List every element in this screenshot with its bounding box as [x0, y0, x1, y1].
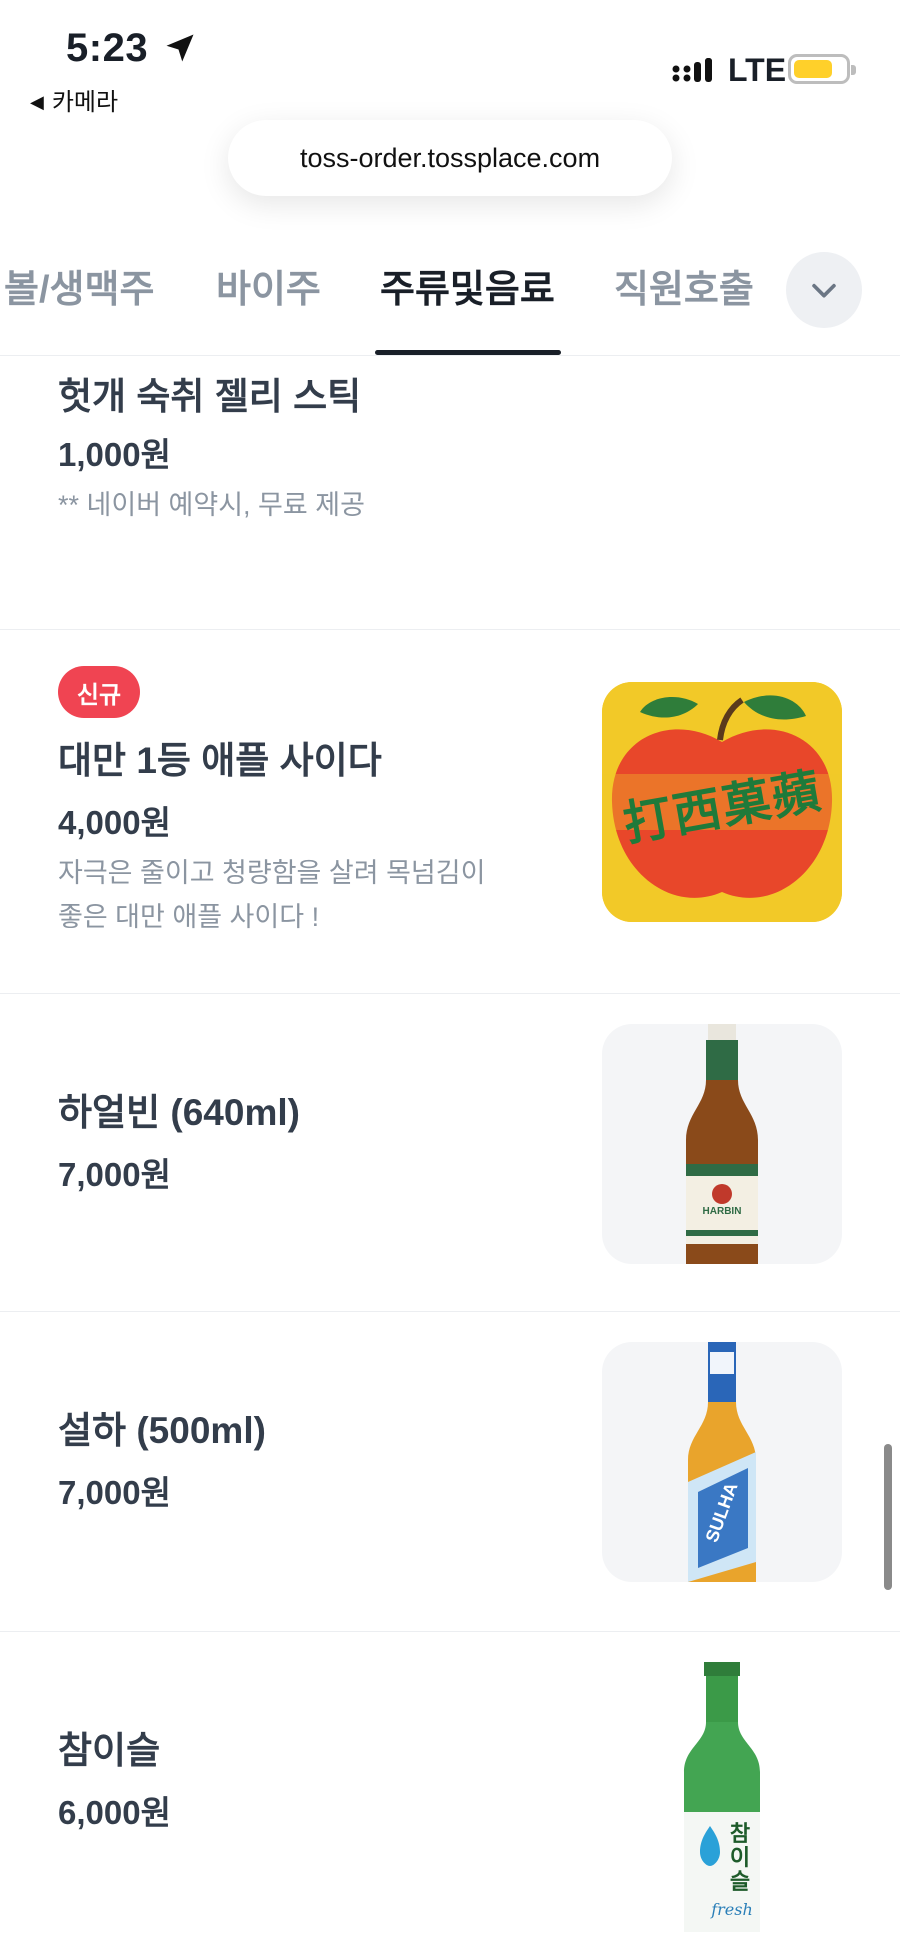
menu-item[interactable]: 하얼빈 (640ml) 7,000원 HARBIN: [0, 994, 900, 1312]
harbin-bottle-label: HARBIN: [702, 1206, 742, 1217]
soju-bottle-label: 참이슬: [729, 1821, 751, 1894]
battery-level: [794, 60, 832, 78]
tab-call-staff[interactable]: 직원호출: [614, 258, 754, 313]
menu-item-name: 헛개 숙취 젤리 스틱: [58, 376, 362, 417]
menu-item-description: 자극은 줄이고 청량함을 살려 목넘김이: [58, 858, 486, 888]
new-badge: 신규: [58, 666, 140, 718]
url-text: toss-order.tossplace.com: [299, 142, 601, 173]
chevron-down-icon: [812, 283, 836, 298]
menu-item-price: 6,000원: [58, 1794, 171, 1831]
harbin-beer-image: HARBIN: [602, 1024, 842, 1264]
menu-item-price: 1,000원: [58, 436, 171, 473]
menu-item-description: ** 네이버 예약시, 무료 제공: [58, 490, 365, 520]
active-tab-indicator: [375, 350, 561, 355]
soju-bottle-sublabel: fresh: [711, 1900, 753, 1919]
menu-item-name: 하얼빈 (640ml): [58, 1092, 300, 1133]
menu-item[interactable]: 설하 (500ml) 7,000원 SULHA: [0, 1312, 900, 1632]
signal-strength-icon: [672, 58, 712, 82]
battery-icon: [788, 54, 856, 84]
tab-drinks[interactable]: 주류및음료: [380, 258, 555, 313]
menu-item[interactable]: 신규 대만 1등 애플 사이다 4,000원 자극은 줄이고 청량함을 살려 목…: [0, 630, 900, 994]
url-bar[interactable]: toss-order.tossplace.com: [228, 120, 672, 196]
back-app-label: 카메라: [51, 89, 119, 116]
menu-item-price: 7,000원: [58, 1156, 171, 1193]
menu-item[interactable]: 참이슬 6,000원 참이슬 fresh: [0, 1632, 900, 1949]
sulha-beer-image: SULHA: [602, 1342, 842, 1582]
chamisul-soju-image: 참이슬 fresh: [602, 1662, 842, 1932]
menu-item[interactable]: 헛개 숙취 젤리 스틱 1,000원 ** 네이버 예약시, 무료 제공: [0, 356, 900, 630]
tab-baijiu[interactable]: 바이주: [216, 258, 321, 313]
page-scrollbar[interactable]: [884, 1444, 892, 1590]
apple-cider-image: 打西菓蘋: [602, 682, 842, 922]
back-triangle-icon: ◀: [30, 92, 44, 112]
category-tabs: 볼/생맥주 바이주 주류및음료 직원호출: [0, 230, 900, 356]
status-bar: 5:23 ◀ 카메라 LTE: [0, 0, 900, 120]
menu-item-price: 4,000원: [58, 804, 171, 841]
menu-item-name: 설하 (500ml): [58, 1410, 266, 1451]
tab-beer[interactable]: 볼/생맥주: [4, 258, 154, 313]
back-to-app-link[interactable]: ◀ 카메라: [30, 82, 118, 117]
menu-item-description-line2: 좋은 대만 애플 사이다 !: [58, 902, 320, 932]
more-categories-button[interactable]: [786, 252, 862, 328]
harbin-bottle-graphic: [686, 1024, 758, 1264]
status-time: 5:23: [66, 26, 149, 70]
menu-item-name: 대만 1등 애플 사이다: [58, 740, 382, 781]
location-arrow-icon: [166, 34, 194, 62]
menu-item-name: 참이슬: [58, 1730, 161, 1771]
network-type: LTE: [728, 52, 787, 88]
sulha-bottle-graphic: [688, 1342, 756, 1582]
menu-item-price: 7,000원: [58, 1474, 171, 1511]
